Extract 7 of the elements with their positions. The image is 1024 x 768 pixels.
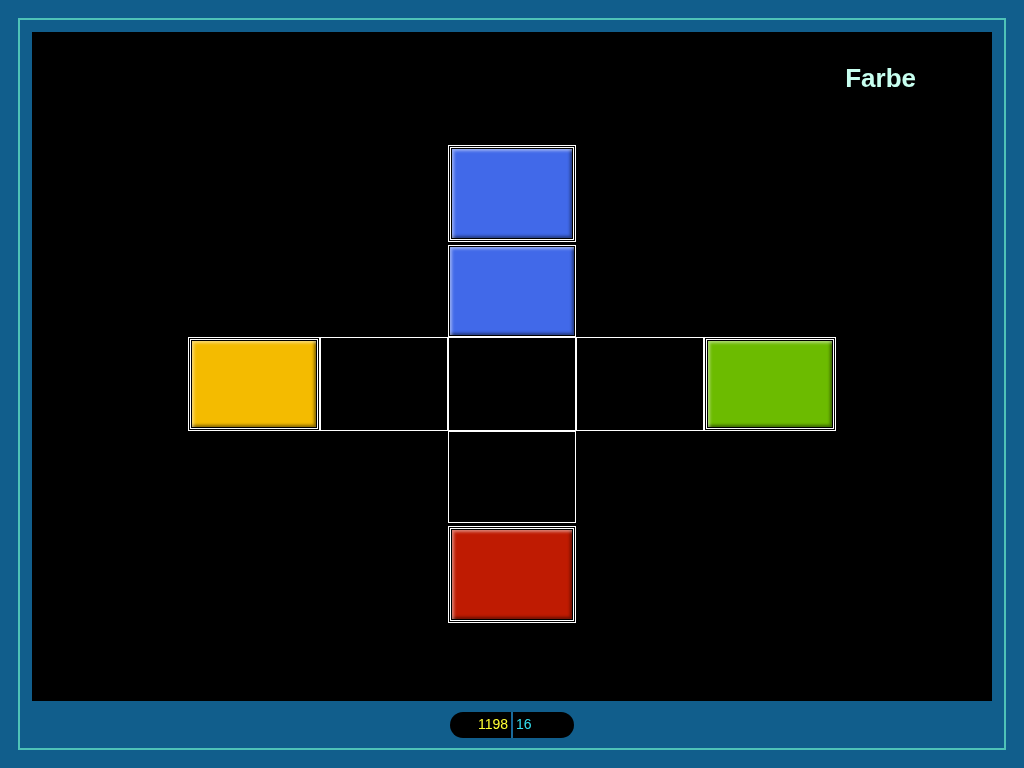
board-cell[interactable]	[448, 337, 576, 431]
board-cell[interactable]	[448, 431, 576, 523]
board-cell[interactable]	[576, 337, 704, 431]
score-value: 1198	[476, 715, 509, 734]
moves-value: 16	[515, 715, 532, 734]
board-cell[interactable]	[320, 337, 448, 431]
mode-title: Farbe	[845, 65, 916, 91]
